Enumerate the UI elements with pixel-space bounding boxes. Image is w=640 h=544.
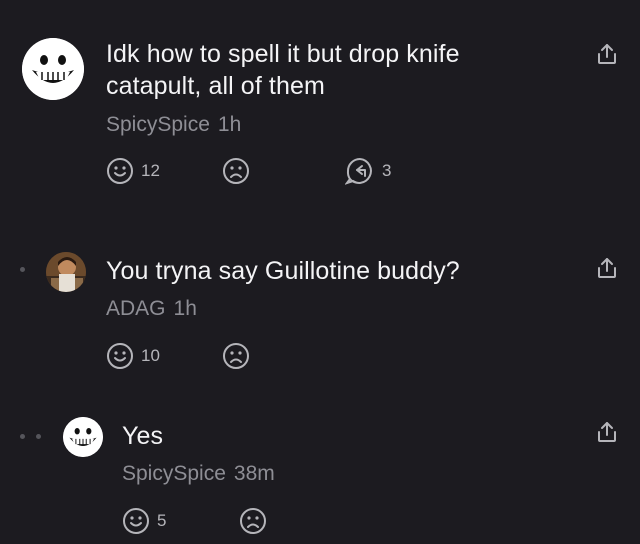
- upvote-count: 12: [141, 161, 160, 180]
- upvote-button[interactable]: 12: [106, 157, 160, 185]
- timestamp: 1h: [217, 113, 242, 136]
- frown-face-icon: [223, 343, 249, 369]
- downvote-button[interactable]: [222, 157, 250, 185]
- avatar[interactable]: [46, 252, 86, 292]
- share-button[interactable]: [595, 256, 619, 285]
- author-name[interactable]: ADAG: [106, 297, 166, 320]
- comment-meta: ADAG 1h: [106, 297, 197, 321]
- reply-count: 3: [382, 161, 392, 180]
- smile-face-icon: [107, 343, 133, 369]
- share-button[interactable]: [595, 420, 619, 449]
- downvote-button[interactable]: [222, 342, 250, 370]
- upvote-button[interactable]: 5: [122, 507, 166, 535]
- author-name[interactable]: SpicySpice: [122, 462, 226, 485]
- thread-depth-dot: [36, 434, 41, 439]
- frown-face-icon: [223, 158, 249, 184]
- comment-text-line: Idk how to spell it but drop knife: [106, 40, 460, 68]
- comment-text-line: catapult, all of them: [106, 72, 325, 100]
- downvote-button[interactable]: [239, 507, 267, 535]
- share-icon: [598, 258, 616, 278]
- frown-face-icon: [240, 508, 266, 534]
- comment-text: Yes: [122, 422, 164, 450]
- avatar[interactable]: [63, 417, 103, 457]
- smile-face-icon: [123, 508, 149, 534]
- share-icon: [598, 422, 616, 442]
- comment-text: Idk how to spell it but drop knife catap…: [106, 38, 460, 102]
- upvote-button[interactable]: 10: [106, 342, 160, 370]
- thread-depth-dot: [20, 434, 25, 439]
- upvote-count: 5: [157, 511, 167, 530]
- timestamp: 38m: [233, 462, 275, 485]
- thread-depth-dot: [20, 267, 25, 272]
- smile-face-icon: [107, 158, 133, 184]
- comment-meta: SpicySpice 38m: [122, 462, 275, 486]
- share-icon: [598, 44, 616, 64]
- reply-button[interactable]: 3: [345, 157, 391, 185]
- author-name[interactable]: SpicySpice: [106, 113, 210, 136]
- photo-avatar-icon: [46, 252, 86, 292]
- timestamp: 1h: [173, 297, 197, 320]
- reply-arrow-icon: [345, 158, 372, 185]
- upvote-count: 10: [141, 346, 160, 365]
- smiling-face-avatar-icon: [22, 38, 84, 100]
- share-button[interactable]: [595, 42, 619, 71]
- comment-text: You tryna say Guillotine buddy?: [106, 257, 460, 285]
- comment-meta: SpicySpice 1h: [106, 113, 241, 137]
- avatar[interactable]: [22, 38, 84, 100]
- smiling-face-avatar-icon: [63, 417, 103, 457]
